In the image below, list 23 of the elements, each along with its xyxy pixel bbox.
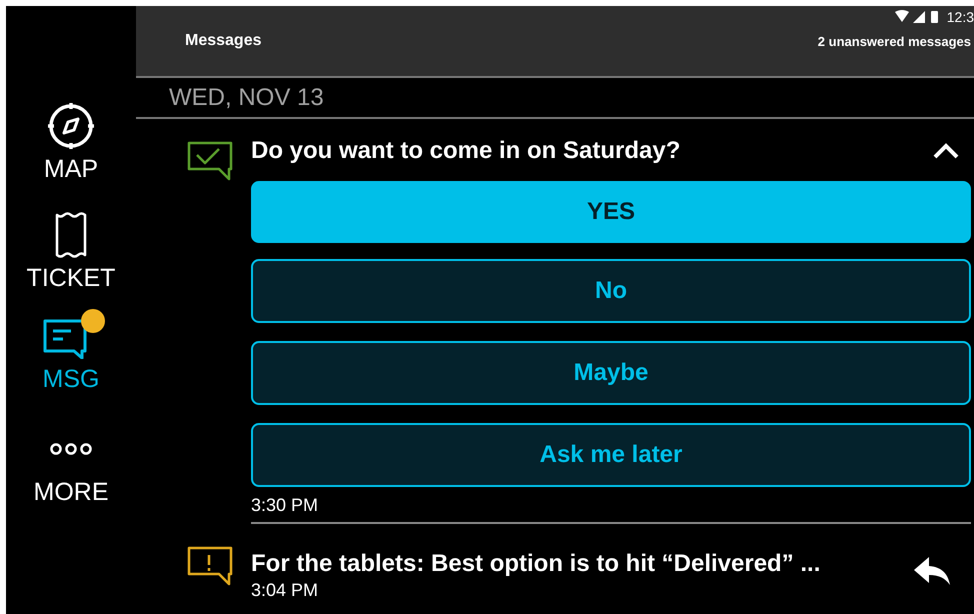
nav-item[interactable]: MORE xyxy=(24,422,118,507)
collapse-icon[interactable] xyxy=(933,143,959,159)
clock-text: 12:3 xyxy=(946,9,974,25)
message-title: Do you want to come in on Saturday? xyxy=(251,137,680,165)
reply-icon[interactable] xyxy=(913,556,951,586)
message-time: 3:30 PM xyxy=(251,495,971,524)
compass-icon xyxy=(46,101,96,151)
answer-option[interactable]: Ask me later xyxy=(251,423,971,487)
page-title: Messages xyxy=(185,32,262,50)
message-time: 3:04 PM xyxy=(251,580,320,601)
answer-option[interactable]: Maybe xyxy=(251,341,971,405)
date-heading: WED, NOV 13 xyxy=(136,78,974,119)
ticket-icon xyxy=(55,212,87,258)
nav-item[interactable]: MSG xyxy=(32,309,110,394)
unanswered-count: 2 unanswered messages xyxy=(818,34,971,48)
more-icon xyxy=(49,442,93,456)
answer-option[interactable]: No xyxy=(251,259,971,323)
nav-item[interactable]: TICKET xyxy=(16,208,126,293)
nav-item[interactable]: MAP xyxy=(34,99,108,184)
check-message-icon xyxy=(187,141,233,181)
message-title: For the tablets: Best option is to hit “Delivered” ... xyxy=(251,550,820,578)
answer-option[interactable]: YES xyxy=(251,181,971,243)
alert-message-icon xyxy=(187,546,233,586)
